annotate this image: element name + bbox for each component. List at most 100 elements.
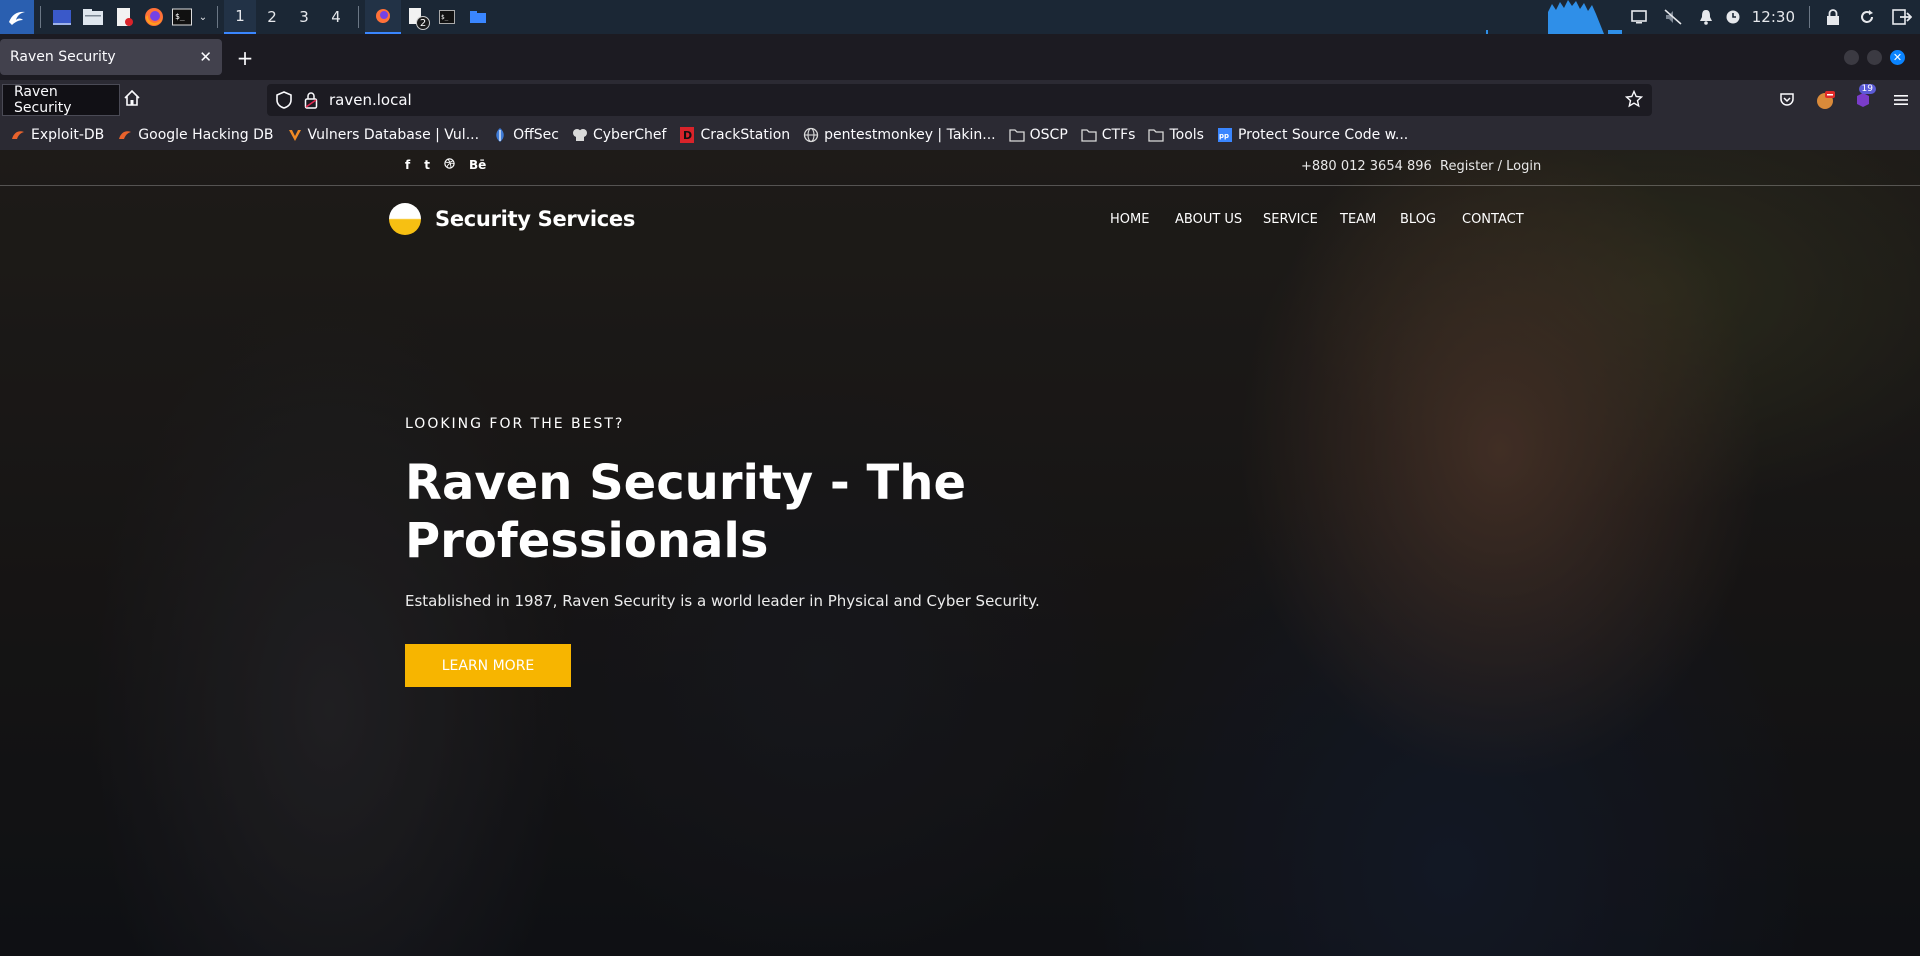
- clock-icon: [1722, 0, 1744, 34]
- bookmark-folder-oscp[interactable]: OSCP: [1008, 127, 1068, 143]
- browser-tab-bar: Raven Security ✕ + ✕: [0, 34, 1920, 80]
- logout-icon[interactable]: [1884, 0, 1920, 34]
- maximize-window-button[interactable]: [1867, 50, 1882, 65]
- learn-more-button[interactable]: LEARN MORE: [405, 644, 571, 687]
- notifications-bell-icon[interactable]: [1690, 0, 1722, 34]
- dribbble-icon[interactable]: [444, 158, 455, 172]
- volume-muted-icon[interactable]: [1656, 0, 1690, 34]
- workspace-2[interactable]: 2: [256, 0, 288, 34]
- display-icon[interactable]: [1622, 0, 1656, 34]
- kali-menu-icon[interactable]: [0, 0, 34, 34]
- workspace-4[interactable]: 4: [320, 0, 352, 34]
- logo-mark-icon: [389, 203, 421, 235]
- bookmark-label: Tools: [1169, 127, 1204, 143]
- social-links: f t Bē: [405, 158, 486, 172]
- bookmark-exploit-db[interactable]: Exploit-DB: [10, 127, 104, 143]
- bookmark-cyberchef[interactable]: CyberChef: [572, 127, 667, 143]
- url-bar[interactable]: raven.local: [267, 84, 1652, 116]
- behance-icon[interactable]: Bē: [469, 158, 486, 172]
- nav-blog[interactable]: BLOG: [1400, 212, 1436, 227]
- folder-icon: [1148, 127, 1165, 143]
- bookmark-label: CyberChef: [592, 127, 667, 143]
- svg-text:$_: $_: [175, 12, 185, 21]
- bookmark-vulners[interactable]: Vulners Database | Vul...: [287, 127, 479, 143]
- bookmark-label: OSCP: [1029, 127, 1068, 143]
- bookmark-crackstation[interactable]: D CrackStation: [679, 127, 790, 143]
- chef-icon: [572, 127, 588, 143]
- bookmark-folder-tools[interactable]: Tools: [1148, 127, 1204, 143]
- web-page-hero: f t Bē +880 012 3654 896 Register / Logi…: [0, 150, 1920, 956]
- file-manager-icon[interactable]: [77, 0, 109, 34]
- hamburger-menu-icon[interactable]: [1882, 80, 1920, 120]
- window-count-badge: 2: [416, 16, 430, 30]
- nav-home[interactable]: HOME: [1110, 212, 1149, 227]
- extension-icon[interactable]: 19: [1844, 80, 1882, 120]
- hero-eyebrow: LOOKING FOR THE BEST?: [405, 416, 625, 432]
- bookmark-protect-source-code[interactable]: pp Protect Source Code w...: [1217, 127, 1408, 143]
- bookmark-offsec[interactable]: OffSec: [492, 127, 559, 143]
- tracking-protection-shield-icon[interactable]: [276, 91, 292, 109]
- firefox-icon[interactable]: [139, 0, 169, 34]
- pp-icon: pp: [1217, 127, 1233, 143]
- tab-tooltip: Raven Security: [2, 84, 120, 116]
- bookmark-google-hacking-db[interactable]: Google Hacking DB: [117, 127, 274, 143]
- taskbar-separator: [1809, 6, 1810, 28]
- phone-number[interactable]: +880 012 3654 896: [1301, 159, 1432, 174]
- firefox-window-button[interactable]: [365, 0, 401, 34]
- close-tab-icon[interactable]: ✕: [199, 48, 212, 66]
- terminal-icon[interactable]: $_: [169, 0, 195, 34]
- nav-service[interactable]: SERVICE: [1263, 212, 1318, 227]
- desktop-icon[interactable]: [47, 0, 77, 34]
- twitter-icon[interactable]: t: [424, 158, 430, 172]
- exploitdb-icon: [117, 127, 133, 143]
- bookmark-label: OffSec: [513, 127, 559, 143]
- text-editor-icon[interactable]: [109, 0, 139, 34]
- facebook-icon[interactable]: f: [405, 158, 410, 172]
- bookmark-label: pentestmonkey | Takin...: [824, 127, 996, 143]
- pocket-icon[interactable]: [1768, 80, 1806, 120]
- vulners-icon: [287, 127, 303, 143]
- bookmark-pentestmonkey[interactable]: pentestmonkey | Takin...: [803, 127, 996, 143]
- clock-time[interactable]: 12:30: [1752, 8, 1795, 26]
- chevron-down-icon[interactable]: ⌄: [195, 0, 211, 34]
- bookmark-star-icon[interactable]: [1625, 90, 1643, 108]
- site-logo[interactable]: Security Services: [389, 203, 635, 235]
- workspace-3[interactable]: 3: [288, 0, 320, 34]
- text-editor-window-button[interactable]: 2: [401, 0, 431, 34]
- crackstation-icon: D: [679, 127, 695, 143]
- nav-about-us[interactable]: ABOUT US: [1175, 212, 1242, 227]
- taskbar-separator: [358, 6, 359, 28]
- close-window-button[interactable]: ✕: [1890, 50, 1905, 65]
- bookmark-label: CTFs: [1101, 127, 1136, 143]
- folder-icon: [1081, 127, 1097, 143]
- nav-team[interactable]: TEAM: [1340, 212, 1376, 227]
- foxyproxy-extension-icon[interactable]: [1806, 80, 1844, 120]
- site-lock-icon[interactable]: [304, 91, 318, 109]
- tab-title: Raven Security: [10, 49, 116, 65]
- minimize-window-button[interactable]: [1844, 50, 1859, 65]
- lock-screen-icon[interactable]: [1816, 0, 1850, 34]
- svg-text:pp: pp: [1219, 132, 1229, 140]
- os-taskbar: $_ ⌄ 1 2 3 4 2 $_ 12:30: [0, 0, 1920, 34]
- tab-raven-security[interactable]: Raven Security ✕: [0, 39, 222, 75]
- offsec-icon: [492, 127, 508, 143]
- nav-contact[interactable]: CONTACT: [1462, 212, 1524, 227]
- hero-headline: Raven Security - The Professionals: [405, 455, 966, 569]
- toolbar-right-actions: 19: [1768, 80, 1920, 120]
- folder-window-button[interactable]: [463, 0, 493, 34]
- taskbar-separator: [40, 6, 41, 28]
- cpu-usage-graph: [1482, 0, 1624, 34]
- url-text[interactable]: raven.local: [329, 91, 412, 109]
- refresh-icon[interactable]: [1850, 0, 1884, 34]
- bookmark-folder-ctfs[interactable]: CTFs: [1081, 127, 1136, 143]
- workspace-1[interactable]: 1: [224, 0, 256, 34]
- extension-badge: 19: [1858, 84, 1876, 94]
- home-icon[interactable]: [123, 89, 141, 107]
- svg-text:$_: $_: [441, 14, 449, 21]
- terminal-window-button[interactable]: $_: [431, 0, 463, 34]
- site-top-strip: f t Bē +880 012 3654 896 Register / Logi…: [0, 150, 1920, 186]
- new-tab-button[interactable]: +: [232, 45, 258, 71]
- register-login-link[interactable]: Register / Login: [1440, 159, 1541, 174]
- bookmark-label: Exploit-DB: [31, 127, 105, 143]
- svg-text:D: D: [683, 129, 692, 142]
